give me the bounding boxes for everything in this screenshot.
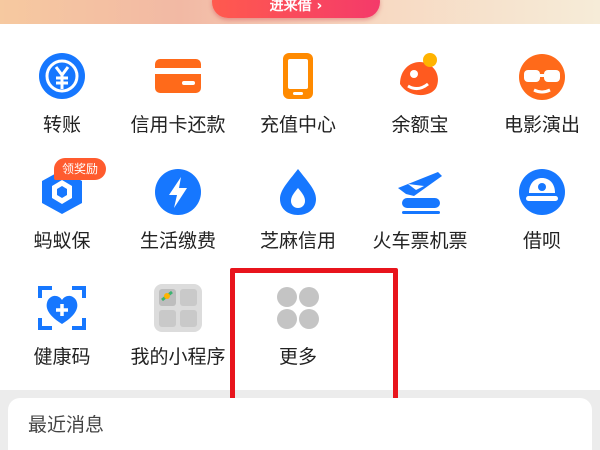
borrow-button[interactable]: 进来借 › — [212, 0, 380, 18]
yuebao-icon — [394, 50, 446, 102]
tile-label: 火车票机票 — [372, 230, 468, 252]
tile-label: 我的小程序 — [130, 346, 226, 368]
tile-label: 余额宝 — [391, 114, 449, 136]
tile-topup[interactable]: 充值中心 — [240, 50, 350, 150]
recent-messages-title: 最近消息 — [28, 414, 105, 436]
tile-label: 信用卡还款 — [130, 114, 226, 136]
promo-banner: 进来借 › — [0, 0, 600, 24]
tile-movie[interactable]: 电影演出 — [484, 50, 594, 150]
tile-credit-card[interactable]: 信用卡还款 — [120, 50, 230, 150]
tile-transfer[interactable]: 转账 — [4, 50, 114, 150]
tile-train-flight[interactable]: 火车票机票 — [362, 166, 472, 266]
recent-messages-card[interactable]: 最近消息 — [8, 398, 592, 450]
tile-health-code[interactable]: 健康码 — [4, 282, 114, 382]
tile-jiebei[interactable]: 借呗 — [484, 166, 594, 266]
transfer-yuan-icon — [36, 50, 88, 102]
phone-topup-icon — [272, 50, 324, 102]
tile-label: 生活缴费 — [139, 230, 216, 252]
tile-label: 充值中心 — [259, 114, 336, 136]
tile-ant-insurance[interactable]: 领奖励 蚂蚁保 — [4, 158, 114, 266]
tile-yuebao[interactable]: 余额宝 — [362, 50, 472, 150]
tile-label: 电影演出 — [503, 114, 580, 136]
movie-glasses-icon — [516, 50, 568, 102]
tile-label: 芝麻信用 — [259, 230, 336, 252]
sesame-drop-icon — [272, 166, 324, 218]
jiebei-icon — [516, 166, 568, 218]
reward-badge: 领奖励 — [54, 158, 107, 180]
highlight-box — [230, 268, 398, 406]
tile-sesame-credit[interactable]: 芝麻信用 — [240, 166, 350, 266]
tile-utilities[interactable]: 生活缴费 — [120, 166, 230, 266]
tile-label: 借呗 — [522, 230, 561, 252]
credit-card-icon — [152, 50, 204, 102]
service-grid-card: 转账 信用卡还款 充值中心 余额宝 电影演出 领奖励 蚂蚁保 生活缴费 芝麻信用… — [0, 24, 600, 406]
tile-mini-programs[interactable]: 我的小程序 — [120, 282, 230, 382]
mini-program-icon — [152, 282, 204, 334]
health-code-icon — [36, 282, 88, 334]
plane-train-icon — [394, 166, 446, 218]
lightning-icon — [152, 166, 204, 218]
